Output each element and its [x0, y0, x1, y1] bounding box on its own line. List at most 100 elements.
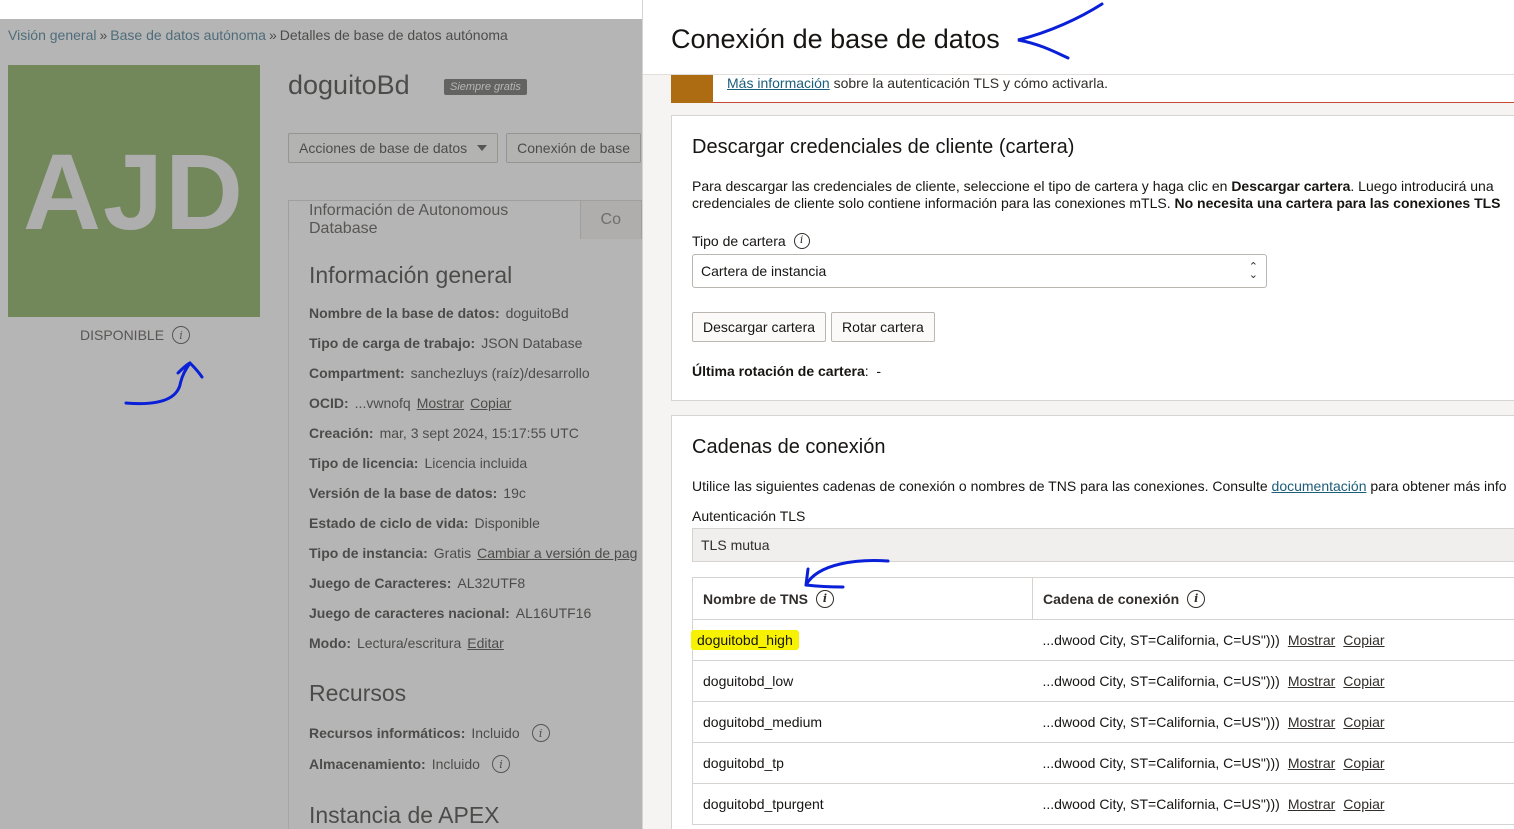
breadcrumb-autonomous-db[interactable]: Base de datos autónoma [110, 27, 266, 43]
field-value: Incluido [431, 756, 480, 772]
wallet-type-select[interactable]: Cartera de instancia ⌃ ⌄ [692, 254, 1267, 288]
connection-description: Utilice las siguientes cadenas de conexi… [692, 478, 1507, 495]
field-value: mar, 3 sept 2024, 15:17:55 UTC [379, 425, 579, 441]
connection-string-cell: ...dwood City, ST=California, C=US"))) Mo… [1032, 701, 1514, 743]
rotate-wallet-button[interactable]: Rotar cartera [831, 312, 935, 342]
copy-link[interactable]: Copiar [1343, 755, 1384, 771]
field-label: Tipo de carga de trabajo: [309, 335, 476, 351]
always-free-badge: Siempre gratis [444, 79, 527, 95]
resources-heading: Recursos [309, 680, 407, 706]
field-national-charset: Juego de caracteres nacional: AL16UTF16 [309, 605, 591, 621]
drawer-title: Conexión de base de datos [671, 24, 1000, 54]
connection-drawer: Conexión de base de datos Más informació… [642, 0, 1514, 829]
table-row: doguitobd_tp ...dwood City, ST=Californi… [692, 742, 1514, 784]
show-link[interactable]: Mostrar [1288, 673, 1335, 689]
field-value: sanchezluys (raíz)/desarrollo [410, 365, 590, 381]
background-page: Visión general» Base de datos autónoma» De… [0, 0, 642, 829]
more-info-link[interactable]: Más información [727, 75, 830, 91]
download-wallet-button[interactable]: Descargar cartera [692, 312, 827, 342]
field-value: JSON Database [481, 335, 583, 351]
wallet-text: . Luego introducirá una [1350, 178, 1494, 194]
field-value: AL16UTF16 [515, 605, 592, 621]
ocid-copy-link[interactable]: Copiar [470, 395, 511, 411]
field-label: Juego de caracteres nacional: [309, 605, 510, 621]
tab-other[interactable]: Co [580, 200, 642, 239]
wallet-text: Para descargar las credenciales de clien… [692, 178, 1232, 194]
ocid-show-link[interactable]: Mostrar [417, 395, 464, 411]
field-mode: Modo: Lectura/escritura Editar [309, 635, 504, 651]
show-link[interactable]: Mostrar [1288, 796, 1335, 812]
breadcrumb-overview[interactable]: Visión general [8, 27, 96, 43]
drawer-body: Más información sobre la autenticación T… [643, 74, 1514, 829]
field-workload: Tipo de carga de trabajo: JSON Database [309, 335, 582, 351]
tns-name: doguitobd_high [691, 630, 799, 650]
field-label: Estado de ciclo de vida: [309, 515, 469, 531]
field-value: Lectura/escritura [356, 635, 462, 651]
tls-auth-field: TLS mutua [692, 528, 1514, 562]
info-icon[interactable]: i [1187, 589, 1206, 608]
field-label: Almacenamiento: [309, 756, 426, 772]
field-instance-type: Tipo de instancia: Gratis Cambiar a versió… [309, 545, 637, 561]
connection-string-header-text: Cadena de conexión [1043, 590, 1180, 607]
database-connection-button[interactable]: Conexión de base [506, 133, 641, 163]
field-label: Versión de la base de datos: [309, 485, 498, 501]
field-value: Incluido [471, 725, 520, 741]
field-label: Recursos informáticos: [309, 725, 466, 741]
field-value: Licencia incluida [424, 455, 528, 471]
connection-string-cell: ...dwood City, ST=California, C=US"))) Mo… [1032, 660, 1514, 702]
copy-link[interactable]: Copiar [1343, 632, 1384, 648]
database-logo-text: AJD [22, 130, 246, 252]
copy-link[interactable]: Copiar [1343, 673, 1384, 689]
apex-heading: Instancia de APEX [309, 802, 500, 828]
documentation-link[interactable]: documentación [1272, 478, 1367, 494]
warning-icon [671, 75, 713, 103]
show-link[interactable]: Mostrar [1288, 755, 1335, 771]
tns-name-cell: doguitobd_tp [692, 742, 1033, 784]
show-link[interactable]: Mostrar [1288, 714, 1335, 730]
status-text: DISPONIBLE [80, 327, 165, 343]
database-actions-label: Acciones de base de datos [299, 140, 468, 156]
info-icon[interactable]: i [816, 589, 835, 608]
status-indicator: DISPONIBLE i [80, 326, 191, 344]
wallet-text-bold: No necesita una cartera para las conexio… [1174, 195, 1501, 211]
connection-text: Utilice las siguientes cadenas de conexi… [692, 478, 1272, 494]
field-label: OCID: [309, 395, 349, 411]
connection-string-header: Cadena de conexión i [1032, 577, 1514, 620]
info-icon[interactable]: i [793, 233, 810, 249]
select-arrows-icon: ⌃ ⌄ [1248, 261, 1258, 281]
info-icon[interactable]: i [491, 755, 510, 773]
actions-bar: Acciones de base de datos Conexión de ba… [288, 133, 641, 163]
tab-adb-information[interactable]: Información de Autonomous Database [288, 200, 581, 239]
connection-string: ...dwood City, ST=California, C=US"))) [1042, 632, 1280, 648]
upgrade-link[interactable]: Cambiar a versión de pag [477, 545, 637, 561]
wallet-description-line2: credenciales de cliente solo contiene in… [692, 195, 1501, 212]
connection-string-cell: ...dwood City, ST=California, C=US"))) Mo… [1032, 742, 1514, 784]
connection-string-cell: ...dwood City, ST=California, C=US"))) Mo… [1032, 783, 1514, 825]
field-value: ...vwnofq [354, 395, 411, 411]
database-actions-button[interactable]: Acciones de base de datos [288, 133, 499, 163]
tls-notice: Más información sobre la autenticación T… [671, 75, 1514, 103]
notice-text: Más información sobre la autenticación T… [727, 75, 1108, 91]
table-row: doguitobd_tpurgent ...dwood City, ST=Cal… [692, 783, 1514, 825]
field-label: Modo: [309, 635, 351, 651]
info-icon[interactable]: i [531, 724, 550, 742]
wallet-heading: Descargar credenciales de cliente (carte… [692, 136, 1075, 158]
page-title: doguitoBd [288, 70, 410, 100]
tns-name-cell: doguitobd_high [691, 619, 1033, 661]
breadcrumb: Visión general» Base de datos autónoma» De… [8, 27, 508, 43]
tns-name-header-text: Nombre de TNS [703, 590, 809, 607]
copy-link[interactable]: Copiar [1343, 796, 1384, 812]
tns-name-cell: doguitobd_low [692, 660, 1033, 702]
mode-edit-link[interactable]: Editar [467, 635, 504, 651]
info-icon[interactable]: i [172, 326, 191, 344]
general-info-heading: Información general [309, 262, 513, 288]
field-created: Creación: mar, 3 sept 2024, 15:17:55 UTC [309, 425, 579, 441]
show-link[interactable]: Mostrar [1288, 632, 1335, 648]
field-label: Creación: [309, 425, 374, 441]
connection-text: para obtener más info [1366, 478, 1507, 494]
tns-name-cell: doguitobd_tpurgent [692, 783, 1033, 825]
copy-link[interactable]: Copiar [1343, 714, 1384, 730]
wallet-buttons: Descargar cartera Rotar cartera [692, 312, 935, 342]
chevron-down-icon [477, 145, 488, 151]
field-db-name: Nombre de la base de datos: doguitoBd [309, 305, 569, 321]
